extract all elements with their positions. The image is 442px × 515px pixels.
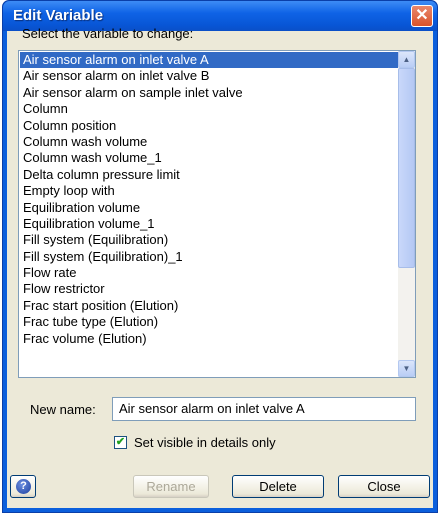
- list-item[interactable]: Fill system (Equilibration)_1: [20, 249, 398, 265]
- visible-in-details-label[interactable]: Set visible in details only: [134, 435, 276, 450]
- list-item[interactable]: Flow restrictor: [20, 281, 398, 297]
- scroll-up-arrow-icon[interactable]: ▲: [398, 51, 415, 68]
- close-button[interactable]: Close: [338, 475, 430, 498]
- list-item[interactable]: Column wash volume: [20, 134, 398, 150]
- list-item[interactable]: Column: [20, 101, 398, 117]
- list-item[interactable]: Equilibration volume_1: [20, 216, 398, 232]
- list-item[interactable]: Frac volume (Elution): [20, 331, 398, 347]
- list-item[interactable]: Column wash volume_1: [20, 150, 398, 166]
- dialog-title: Edit Variable: [13, 7, 104, 24]
- help-button[interactable]: ?: [10, 475, 36, 498]
- list-item[interactable]: Flow rate: [20, 265, 398, 281]
- variable-list: Air sensor alarm on inlet valve A Air sen…: [20, 52, 398, 347]
- list-item[interactable]: Frac tube type (Elution): [20, 314, 398, 330]
- delete-button[interactable]: Delete: [232, 475, 324, 498]
- list-item[interactable]: Delta column pressure limit: [20, 167, 398, 183]
- help-icon: ?: [16, 479, 31, 494]
- list-item[interactable]: Fill system (Equilibration): [20, 232, 398, 248]
- list-item[interactable]: Empty loop with: [20, 183, 398, 199]
- new-name-input[interactable]: Air sensor alarm on inlet valve A: [112, 397, 416, 421]
- scrollbar-thumb[interactable]: [398, 68, 415, 268]
- list-prompt-label: Select the variable to change:: [22, 26, 194, 41]
- new-name-label: New name:: [30, 402, 96, 417]
- list-item[interactable]: Air sensor alarm on inlet valve A: [20, 52, 398, 69]
- rename-button[interactable]: Rename: [133, 475, 209, 498]
- scroll-down-arrow-icon[interactable]: ▼: [398, 360, 415, 377]
- visible-in-details-checkbox[interactable]: ✔: [114, 436, 127, 449]
- list-item[interactable]: Equilibration volume: [20, 200, 398, 216]
- vertical-scrollbar[interactable]: ▲ ▼: [398, 51, 415, 377]
- list-item[interactable]: Column position: [20, 118, 398, 134]
- list-item[interactable]: Air sensor alarm on inlet valve B: [20, 68, 398, 84]
- list-item[interactable]: Air sensor alarm on sample inlet valve: [20, 85, 398, 101]
- variable-listbox[interactable]: Air sensor alarm on inlet valve A Air sen…: [18, 50, 416, 378]
- close-icon[interactable]: ✕: [411, 5, 433, 27]
- list-item[interactable]: Frac start position (Elution): [20, 298, 398, 314]
